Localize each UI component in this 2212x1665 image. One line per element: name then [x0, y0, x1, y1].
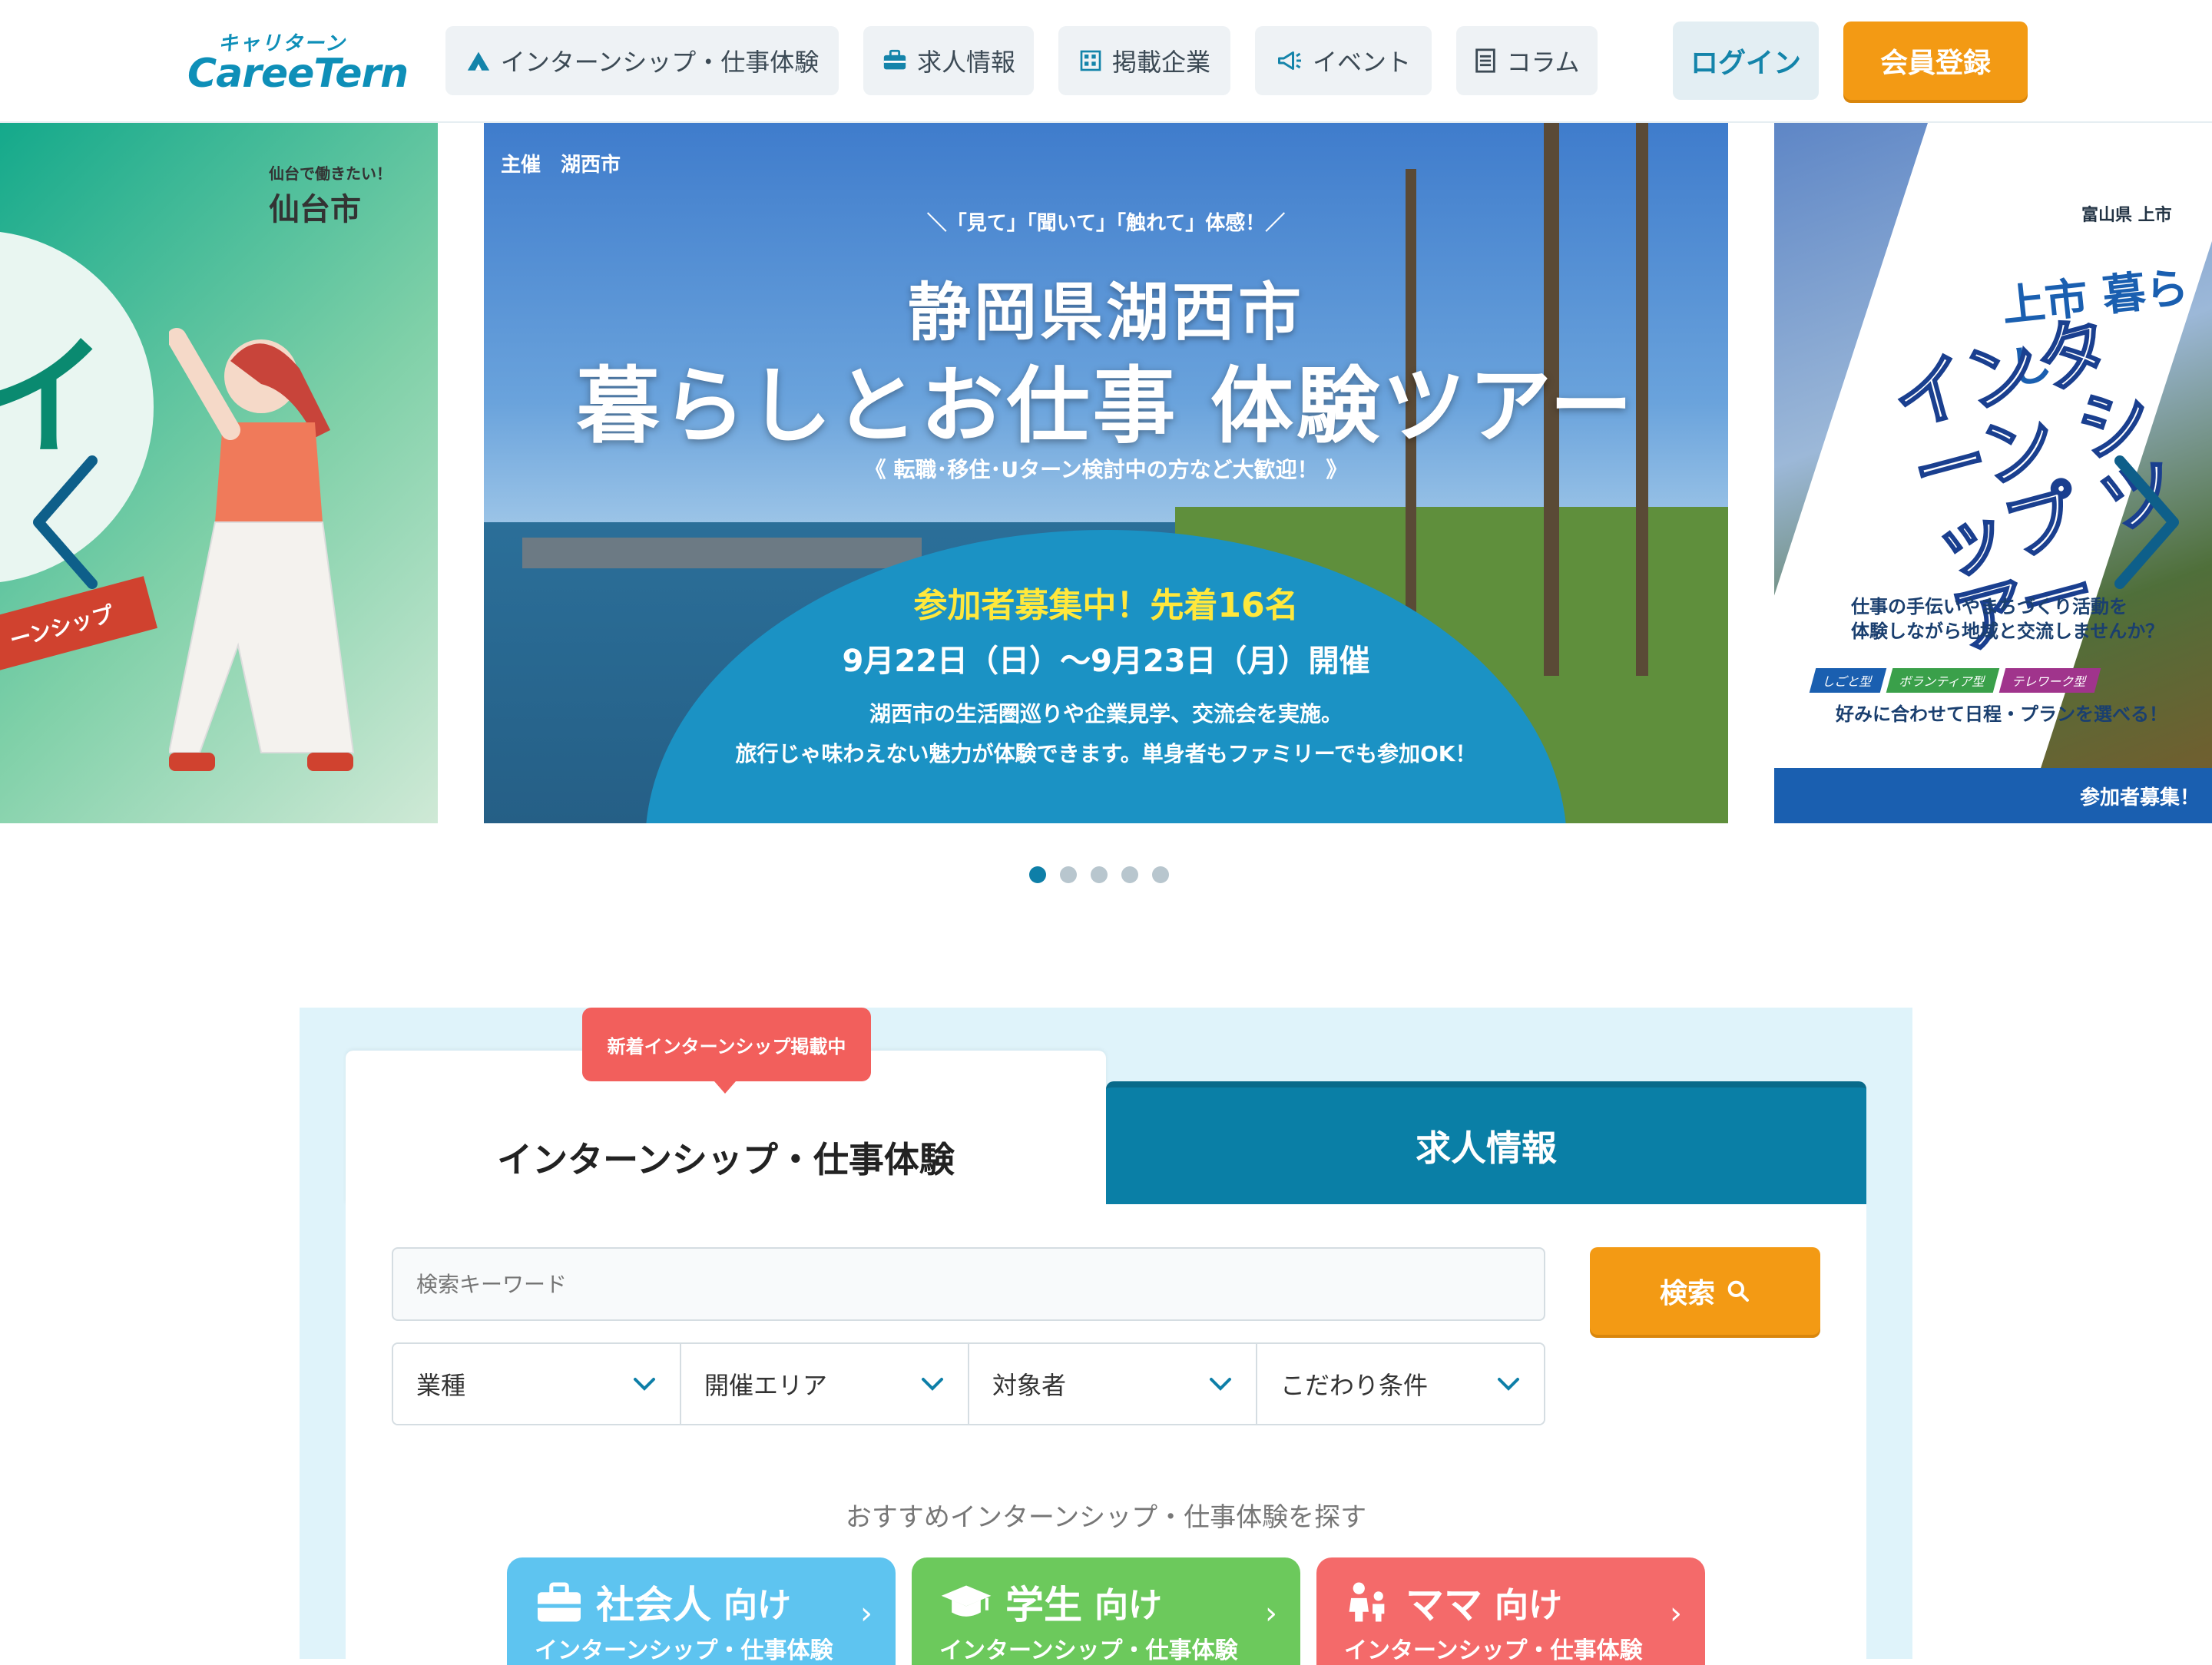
carousel-next-icon[interactable] [2104, 453, 2189, 591]
recommend-title: おすすめインターンシップ・仕事体験を探す [845, 1502, 1367, 1533]
slide-kamiichi-logo: 富山県 上市 [2081, 206, 2172, 225]
carousel-prev-icon[interactable] [23, 453, 108, 591]
site-logo[interactable]: キャリターン CareeTern [187, 28, 409, 97]
briefcase-icon [883, 49, 906, 70]
register-button[interactable]: 会員登録 [1843, 22, 2028, 100]
category-sub-label: インターンシップ・仕事体験 [535, 1637, 833, 1664]
category-suffix: 向け [1495, 1586, 1562, 1625]
filter-label: 業種 [416, 1371, 466, 1400]
nav-column-label: コラム [1506, 48, 1580, 77]
filter-bar: 業種 開催エリア 対象者 こだわり条件 [392, 1342, 1545, 1425]
site-header: キャリターン CareeTern インターンシップ・仕事体験 求人情報 掲載企業… [0, 0, 2212, 123]
slide-kosai-desc: 旅行じゃ味わえない魅力が体験できます。単身者もファミリーでも参加OK！ [735, 741, 1477, 766]
tag: テレワーク型 [1998, 668, 2101, 693]
nav-events[interactable]: イベント [1255, 26, 1432, 95]
filter-target[interactable]: 対象者 [969, 1344, 1257, 1424]
category-students[interactable]: 学生 向け インターンシップ・仕事体験 › [912, 1557, 1300, 1665]
nav-events-label: イベント [1312, 48, 1411, 77]
filter-conditions[interactable]: こだわり条件 [1257, 1344, 1544, 1424]
slide-kosai-host: 主催 湖西市 [501, 154, 621, 177]
search-section: インターンシップ・仕事体験 求人情報 新着インターンシップ掲載中 検索 業種 開… [300, 1008, 1912, 1665]
carousel-dot[interactable] [1060, 866, 1077, 883]
mountain-icon [467, 51, 489, 71]
category-main-label: ママ [1406, 1583, 1482, 1627]
slide-kosai-subtitle: 暮らしとお仕事 体験ツアー [576, 359, 1636, 455]
nav-internship-label: インターンシップ・仕事体験 [500, 48, 820, 77]
search-button[interactable]: 検索 [1590, 1247, 1820, 1335]
search-input[interactable] [392, 1247, 1545, 1321]
category-working-adults[interactable]: 社会人 向け インターンシップ・仕事体験 › [507, 1557, 896, 1665]
building-icon [1080, 50, 1101, 71]
megaphone-icon [1277, 51, 1301, 70]
carousel-dot[interactable] [1091, 866, 1108, 883]
slide-kosai-welcome: 《 転職･移住･Uターン検討中の方など大歓迎！ 》 [864, 457, 1348, 482]
badge-pointer [714, 1081, 736, 1094]
hero-carousel: 仙台で働きたい！ 仙台市 イ ーンシップ 主催 湖西市 ＼「見て」「聞いて」「触… [0, 123, 2212, 823]
category-main-label: 社会人 [596, 1583, 711, 1627]
slide-kosai-pier [522, 538, 922, 568]
category-mothers[interactable]: ママ 向け インターンシップ・仕事体験 › [1316, 1557, 1705, 1665]
slide-kosai[interactable]: 主催 湖西市 ＼「見て」「聞いて」「触れて」体感！／ 静岡県湖西市 暮らしとお仕… [484, 123, 1728, 823]
category-sub-label: インターンシップ・仕事体験 [939, 1637, 1238, 1664]
chevron-down-icon [1210, 1378, 1231, 1391]
new-listing-badge: 新着インターンシップ掲載中 [582, 1008, 871, 1081]
chevron-down-icon [634, 1378, 655, 1391]
slide-kamiichi-tags: しごと型 ボランティア型 テレワーク型 [1809, 668, 2101, 693]
slide-kosai-desc: 湖西市の生活圏巡りや企業見学、交流会を実施。 [869, 701, 1343, 727]
nav-column[interactable]: コラム [1456, 26, 1598, 95]
slide-kosai-recruit: 参加者募集中！先着16名 [913, 586, 1299, 625]
login-button[interactable]: ログイン [1673, 22, 1819, 100]
category-title: 社会人 向け [535, 1574, 791, 1630]
category-main-label: 学生 [1005, 1583, 1082, 1627]
slide-kamiichi-pick: 好みに合わせて日程・プランを選べる！ [1836, 703, 2167, 725]
slide-kamiichi-text: 仕事の手伝いやまちづくり活動を [1851, 596, 2128, 617]
chevron-down-icon [1498, 1378, 1519, 1391]
nav-companies-label: 掲載企業 [1111, 48, 1210, 77]
slide-sendai-sub: 仙台で働きたい！ [269, 164, 392, 183]
document-icon [1475, 48, 1496, 73]
slide-kosai-catch: ＼「見て」「聞いて」「触れて」体感！／ [926, 212, 1286, 235]
graduation-cap-icon [941, 1585, 992, 1617]
search-icon [1727, 1280, 1749, 1302]
category-title: ママ 向け [1344, 1574, 1562, 1630]
chevron-right-icon: › [1670, 1596, 1682, 1631]
carousel-dot[interactable] [1152, 866, 1169, 883]
chevron-down-icon [922, 1378, 943, 1391]
chevron-right-icon: › [860, 1596, 873, 1631]
tab-internship-label: インターンシップ・仕事体験 [497, 1139, 955, 1180]
nav-jobs-label: 求人情報 [916, 48, 1015, 77]
filter-industry[interactable]: 業種 [393, 1344, 681, 1424]
slide-kamiichi-text: 体験しながら地域と交流しませんか？ [1851, 621, 2164, 642]
carousel-dots [1029, 866, 1169, 883]
filter-label: 対象者 [992, 1371, 1067, 1400]
nav-companies[interactable]: 掲載企業 [1058, 26, 1230, 95]
tag: ボランティア型 [1886, 668, 2000, 693]
nav-internship[interactable]: インターンシップ・仕事体験 [445, 26, 839, 95]
category-suffix: 向け [1094, 1586, 1162, 1625]
slide-kosai-date: 9月22日（日）～9月23日（月）開催 [842, 644, 1370, 679]
search-button-label: 検索 [1659, 1278, 1715, 1309]
briefcase-icon [538, 1582, 581, 1622]
filter-label: 開催エリア [704, 1371, 828, 1400]
category-title: 学生 向け [939, 1574, 1162, 1630]
chevron-right-icon: › [1265, 1596, 1277, 1631]
nav-jobs[interactable]: 求人情報 [863, 26, 1034, 95]
carousel-dot[interactable] [1029, 866, 1046, 883]
logo-text: CareeTern [187, 51, 409, 97]
slide-sendai-city: 仙台市 [269, 192, 361, 227]
filter-label: こだわり条件 [1280, 1371, 1429, 1400]
family-icon [1349, 1582, 1385, 1622]
category-sub-label: インターンシップ・仕事体験 [1344, 1637, 1643, 1664]
tag: しごと型 [1809, 668, 1887, 693]
search-panel: 検索 業種 開催エリア 対象者 こだわり条件 おすすめインターンシップ・仕事体験… [346, 1204, 1866, 1665]
category-suffix: 向け [724, 1586, 791, 1625]
woman-illustration [169, 328, 355, 771]
carousel-dot[interactable] [1121, 866, 1138, 883]
slide-kamiichi-bar: 参加者募集！ [1774, 768, 2212, 823]
tab-jobs[interactable]: 求人情報 [1106, 1081, 1866, 1204]
filter-area[interactable]: 開催エリア [681, 1344, 969, 1424]
